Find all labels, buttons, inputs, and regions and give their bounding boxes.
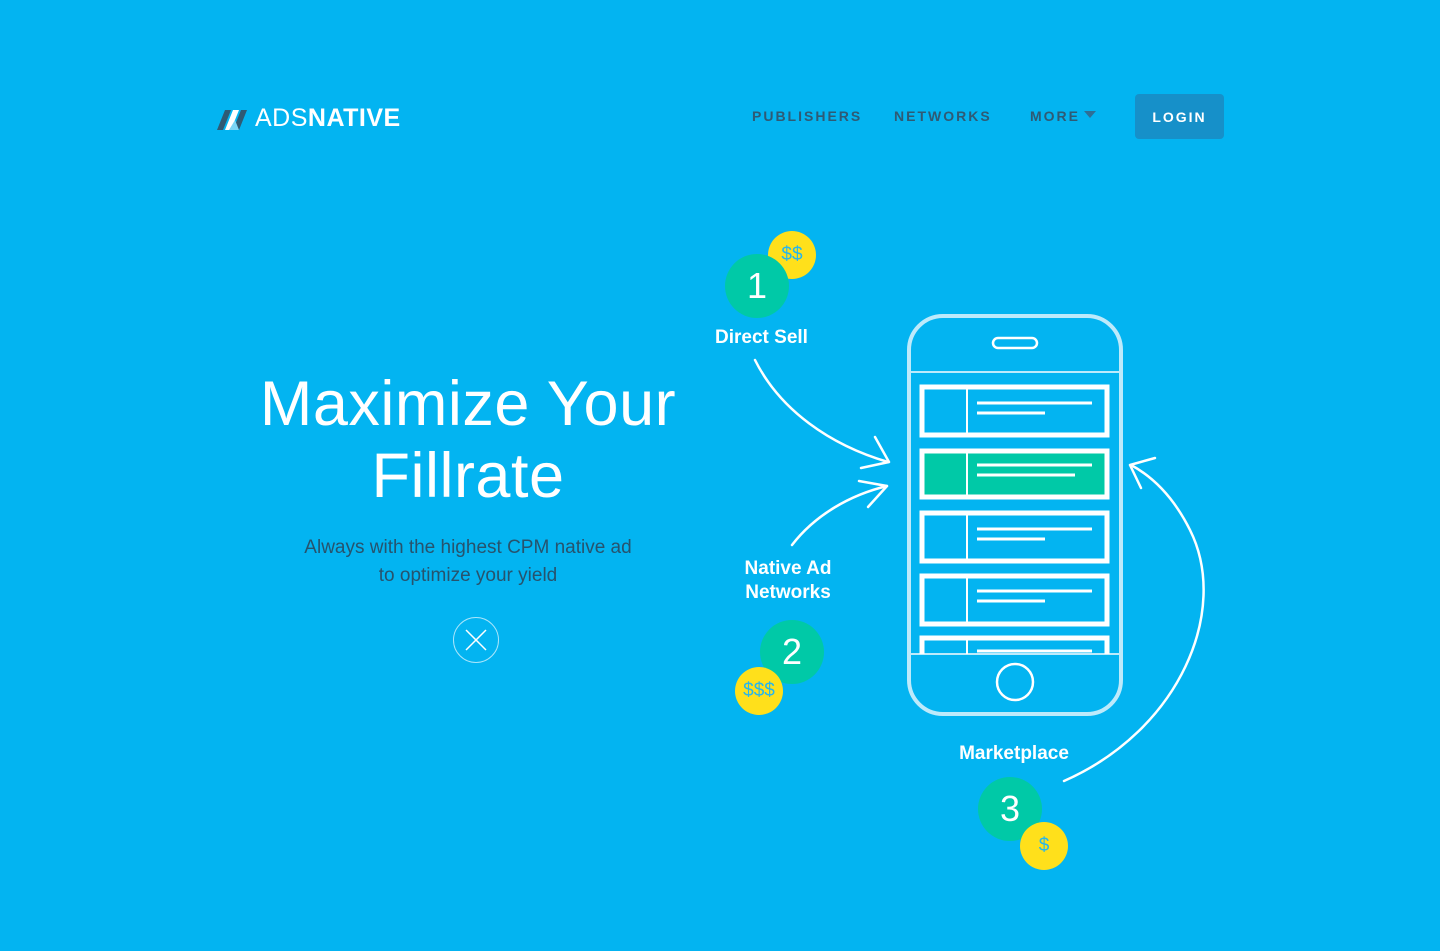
illustration bbox=[753, 314, 1205, 783]
phone-list-row-highlighted bbox=[919, 448, 1110, 500]
phone-list-row bbox=[919, 573, 1110, 627]
coin-badge: $$$ bbox=[735, 667, 783, 715]
coin-badge: $ bbox=[1020, 822, 1068, 870]
step-label-line1: Native Ad bbox=[744, 558, 832, 579]
phone-icon bbox=[907, 314, 1123, 716]
step-label: Direct Sell bbox=[715, 327, 808, 348]
step-label-line2: Networks bbox=[745, 582, 831, 603]
step-number: 1 bbox=[725, 254, 789, 318]
step-label: Native Ad Networks bbox=[720, 557, 856, 605]
phone-list-row bbox=[919, 384, 1110, 438]
phone-list-row-partial bbox=[919, 635, 1110, 654]
step-label: Marketplace bbox=[959, 743, 1069, 764]
phone-list-row bbox=[919, 510, 1110, 564]
